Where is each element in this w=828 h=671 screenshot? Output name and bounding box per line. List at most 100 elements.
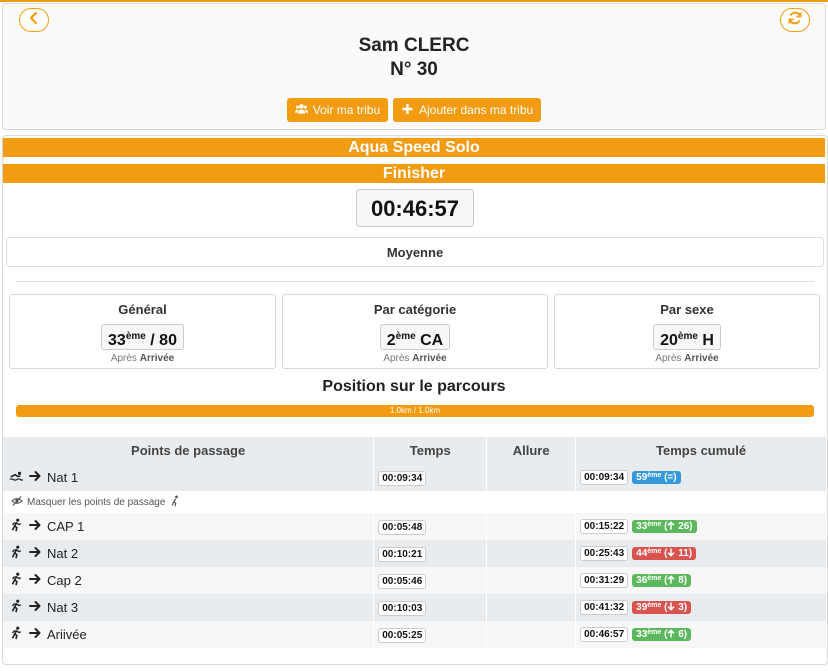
- checkpoint-label: Nat 3: [47, 600, 79, 615]
- header-checkpoints: Points de passage: [3, 437, 375, 464]
- rank-badge: 36ème ( 8): [632, 574, 692, 587]
- split-time: 00:10:03: [378, 600, 427, 616]
- ranking-suffix: CA: [415, 332, 444, 349]
- divider: [16, 281, 814, 282]
- ranking-value: 33ème / 80: [101, 324, 184, 350]
- rank-badge: 39ème ( 3): [632, 601, 692, 614]
- run-icon: [9, 545, 23, 562]
- header-time: Temps: [373, 437, 488, 464]
- rank-badge: 33ème ( 6): [632, 628, 692, 641]
- hide-checkpoints-label: Masquer les points de passage: [27, 496, 166, 508]
- ranking-ordinal: ème: [677, 331, 698, 342]
- checkpoint-cell: Nat 3: [3, 594, 375, 621]
- ranking-suffix: / 80: [145, 332, 177, 349]
- rank-number: 33: [636, 629, 648, 640]
- split-time: 00:09:34: [378, 470, 427, 486]
- pace-cell: [486, 464, 577, 491]
- split-row[interactable]: Nat 3 00:10:03 00:41:32 39ème ( 3): [3, 594, 827, 621]
- run-icon: [9, 572, 23, 589]
- arrow-right-icon: [28, 572, 42, 589]
- ranking-value: 20ème H: [653, 324, 721, 350]
- view-tribe-button[interactable]: Voir ma tribu: [286, 98, 389, 122]
- ranking-suffix: H: [697, 332, 714, 349]
- header-cumulative: Temps cumulé: [575, 437, 827, 464]
- rank-number: 33: [636, 521, 648, 532]
- header-pace: Allure: [486, 437, 577, 464]
- add-tribe-button[interactable]: Ajouter dans ma tribu: [393, 98, 542, 122]
- refresh-button[interactable]: [780, 8, 810, 32]
- rank-ordinal: ème: [647, 602, 662, 609]
- rank-number: 39: [636, 602, 648, 613]
- rank-badge: 44ème ( 11): [632, 547, 697, 560]
- pace-cell: [486, 513, 577, 540]
- ranking-after: Après Arrivée: [10, 353, 275, 364]
- pace-cell: [486, 540, 577, 567]
- ranking-after: Après Arrivée: [283, 353, 547, 364]
- split-row[interactable]: CAP 1 00:05:48 00:15:22 33ème ( 26): [3, 513, 827, 540]
- rank-delta: (=): [664, 472, 677, 483]
- rank-ordinal: ème: [647, 548, 662, 555]
- split-row[interactable]: Nat 1 00:09:34 00:09:34 59ème (=): [3, 464, 827, 491]
- swim-icon: [9, 469, 24, 486]
- ranking-title: Par catégorie: [373, 302, 457, 317]
- checkpoint-cell: Ariivée: [3, 621, 375, 648]
- ranking-title: Général: [118, 302, 167, 317]
- cumulative-time: 00:46:57: [580, 627, 629, 642]
- checkpoint-label: Ariivée: [47, 627, 87, 642]
- ranking-after-point: Arrivée: [139, 353, 175, 364]
- ranking-position: 2: [386, 332, 396, 349]
- checkpoint-label: CAP 1: [47, 519, 85, 534]
- trend-up-icon: [667, 521, 675, 532]
- chevron-left-icon: [26, 10, 42, 31]
- checkpoint-label: Nat 1: [47, 470, 79, 485]
- split-row[interactable]: Nat 2 00:10:21 00:25:43 44ème ( 11): [3, 540, 827, 567]
- rank-number: 36: [636, 575, 648, 586]
- arrow-right-icon: [28, 469, 42, 486]
- ranking-after-point: Arrivée: [412, 353, 447, 364]
- course-progress-fill: 1.0km / 1.0km: [16, 405, 814, 417]
- checkpoint-cell: CAP 1: [3, 513, 375, 540]
- checkpoint-label: Nat 2: [47, 546, 79, 561]
- ranking-after: Après Arrivée: [555, 353, 819, 364]
- arrow-right-icon: [28, 626, 42, 643]
- view-tribe-label: Voir ma tribu: [312, 103, 381, 117]
- cumulative-cell: 00:15:22 33ème ( 26): [575, 513, 827, 540]
- cumulative-time: 00:09:34: [580, 470, 629, 485]
- cumulative-cell: 00:31:29 36ème ( 8): [575, 567, 827, 594]
- ranking-title: Par sexe: [660, 302, 714, 317]
- arrow-right-icon: [28, 599, 42, 616]
- ranking-ordinal: ème: [125, 331, 146, 342]
- rank-badge: 59ème (=): [632, 471, 681, 484]
- rank-delta: 3): [678, 602, 688, 613]
- run-icon: [9, 518, 23, 535]
- athlete-name: Sam CLERC: [358, 35, 470, 56]
- ranking-after-prefix: Après: [655, 353, 682, 364]
- checkpoint-cell: Nat 2: [3, 540, 375, 567]
- top-accent-line: [0, 0, 828, 2]
- trend-up-icon: [667, 629, 675, 640]
- course-position-title: Position sur le parcours: [322, 378, 506, 395]
- hide-checkpoints-toggle[interactable]: Masquer les points de passage: [3, 491, 827, 513]
- ranking-ordinal: ème: [395, 331, 416, 342]
- rank-number: 59: [636, 472, 648, 483]
- rank-ordinal: ème: [647, 521, 662, 528]
- ranking-position: 20: [660, 332, 678, 349]
- split-time: 00:05:48: [378, 519, 427, 535]
- run-icon: [9, 599, 23, 616]
- split-time: 00:05:25: [378, 627, 427, 643]
- rank-delta: 11): [678, 548, 693, 559]
- hide-checkpoints-row[interactable]: Masquer les points de passage: [3, 491, 827, 513]
- plus-icon: [401, 103, 414, 118]
- ranking-card: Par catégorie 2ème CA Après Arrivée: [282, 294, 548, 369]
- users-icon: [294, 103, 308, 118]
- split-time-cell: 00:05:25: [373, 621, 488, 648]
- split-time: 00:05:46: [378, 573, 427, 589]
- pace-cell: [486, 594, 577, 621]
- back-button[interactable]: [19, 8, 49, 32]
- split-row[interactable]: Cap 2 00:05:46 00:31:29 36ème ( 8): [3, 567, 827, 594]
- run-icon: [169, 495, 181, 510]
- splits-header-row: Points de passage Temps Allure Temps cum…: [3, 437, 827, 464]
- split-time-cell: 00:10:03: [373, 594, 488, 621]
- split-row[interactable]: Ariivée 00:05:25 00:46:57 33ème ( 6): [3, 621, 827, 648]
- cumulative-time: 00:31:29: [580, 573, 629, 588]
